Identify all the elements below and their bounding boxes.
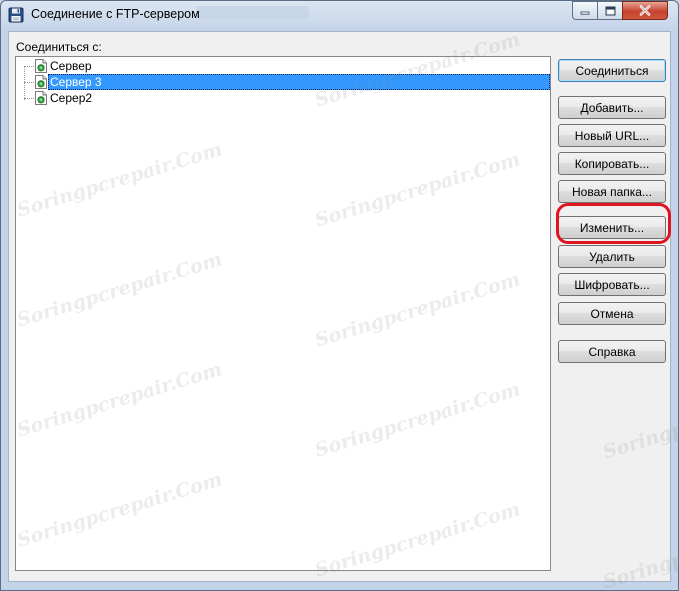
help-button[interactable]: Справка [558,340,666,363]
copy-button[interactable]: Копировать... [558,152,666,175]
encrypt-button[interactable]: Шифровать... [558,273,666,296]
new-folder-button[interactable]: Новая папка... [558,180,666,203]
minimize-icon [580,11,590,15]
floppy-disk-icon [8,7,24,23]
dialog-client-area: Соединиться с: Сервер Сервер 3 Серер2 Со… [8,31,671,582]
connect-to-label: Соединиться с: [16,40,102,54]
tree-item-server-3[interactable]: Сервер 3 [16,74,550,90]
tree-item-label: Серер2 [50,91,93,105]
server-tree[interactable]: Сервер Сервер 3 Серер2 [15,56,551,571]
new-url-button[interactable]: Новый URL... [558,124,666,147]
minimize-button[interactable] [572,1,598,20]
tree-item-label: Сервер [50,59,92,73]
maximize-icon [605,6,615,15]
delete-button[interactable]: Удалить [558,245,666,268]
connect-button[interactable]: Соединиться [558,59,666,82]
tree-item-server-2[interactable]: Серер2 [16,90,550,106]
window-title: Соединение с FTP-сервером [31,7,200,21]
ftp-server-icon [35,91,47,105]
tree-item-label: Сервер 3 [50,75,102,89]
ftp-connect-dialog: Соединение с FTP-сервером Соединиться с: [0,0,679,591]
ftp-server-icon [35,59,47,73]
title-background-ghost [197,6,309,19]
close-icon [639,5,651,16]
selection-highlight [48,74,550,90]
add-button[interactable]: Добавить... [558,96,666,119]
tree-item-server[interactable]: Сервер [16,58,550,100]
edit-button[interactable]: Изменить... [558,216,666,239]
cancel-button[interactable]: Отмена [558,302,666,325]
maximize-button[interactable] [597,1,623,20]
ftp-server-icon [35,75,47,89]
close-button[interactable] [622,1,668,20]
titlebar[interactable]: Соединение с FTP-сервером [1,1,678,31]
